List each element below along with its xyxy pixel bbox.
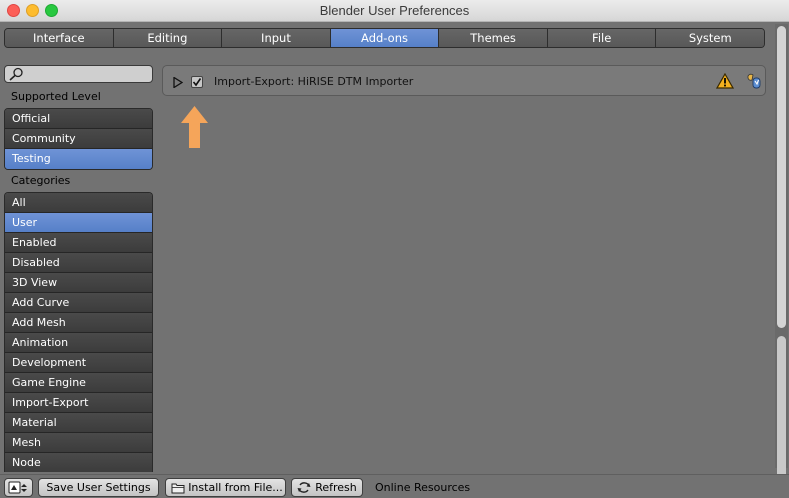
category-material[interactable]: Material <box>5 413 152 433</box>
tab-file[interactable]: File <box>547 29 657 47</box>
addon-name: Import-Export: HiRISE DTM Importer <box>214 75 414 88</box>
folder-icon <box>171 483 185 494</box>
category-import-export[interactable]: Import-Export <box>5 393 152 413</box>
window-title-bar: Blender User Preferences <box>0 0 789 22</box>
scrollbar-thumb[interactable] <box>777 26 786 328</box>
category-enabled[interactable]: Enabled <box>5 233 152 253</box>
refresh-icon <box>297 482 311 493</box>
editor-type-selector[interactable] <box>4 478 33 497</box>
category-user[interactable]: User <box>5 213 152 233</box>
install-from-file-button[interactable]: Install from File... <box>165 478 286 497</box>
category-all[interactable]: All <box>5 193 152 213</box>
preferences-editor-icon <box>8 481 27 494</box>
support-level-community[interactable]: Community <box>5 129 152 149</box>
addon-row: Import-Export: HiRISE DTM Importer <box>162 65 766 96</box>
preferences-tabs: Interface Editing Input Add-ons Themes F… <box>4 28 765 48</box>
category-add-mesh[interactable]: Add Mesh <box>5 313 152 333</box>
tab-input[interactable]: Input <box>222 29 331 47</box>
install-from-file-label: Install from File... <box>188 481 283 494</box>
refresh-button[interactable]: Refresh <box>291 478 363 497</box>
supported-level-label: Supported Level <box>11 90 101 103</box>
up-arrow-annotation-icon <box>181 106 208 148</box>
category-node[interactable]: Node <box>5 453 152 472</box>
magnifier-icon <box>9 67 23 81</box>
tab-themes[interactable]: Themes <box>439 29 548 47</box>
support-level-official[interactable]: Official <box>5 109 152 129</box>
vertical-scrollbar[interactable] <box>775 24 788 486</box>
category-disabled[interactable]: Disabled <box>5 253 152 273</box>
tab-editing[interactable]: Editing <box>113 29 223 47</box>
addon-enable-checkbox[interactable] <box>191 76 203 88</box>
user-addon-icon <box>747 73 761 89</box>
support-level-list: Official Community Testing <box>4 108 153 170</box>
bottom-toolbar: Save User Settings Install from File... … <box>0 474 789 498</box>
checkmark-icon <box>192 78 202 87</box>
refresh-label: Refresh <box>315 481 357 494</box>
tab-add-ons[interactable]: Add-ons <box>330 29 440 47</box>
tab-interface[interactable]: Interface <box>5 29 114 47</box>
scrollbar-track-lower[interactable] <box>777 336 786 486</box>
addon-search-input[interactable] <box>4 65 153 83</box>
categories-label: Categories <box>11 174 71 187</box>
category-list: All User Enabled Disabled 3D View Add Cu… <box>4 192 153 472</box>
save-user-settings-button[interactable]: Save User Settings <box>38 478 159 497</box>
online-resources-label[interactable]: Online Resources <box>375 481 470 494</box>
category-animation[interactable]: Animation <box>5 333 152 353</box>
category-3d-view[interactable]: 3D View <box>5 273 152 293</box>
expand-triangle-icon[interactable] <box>173 77 183 88</box>
category-add-curve[interactable]: Add Curve <box>5 293 152 313</box>
support-level-testing[interactable]: Testing <box>5 149 152 169</box>
category-mesh[interactable]: Mesh <box>5 433 152 453</box>
category-development[interactable]: Development <box>5 353 152 373</box>
warning-icon <box>716 73 734 89</box>
window-title: Blender User Preferences <box>319 3 470 18</box>
tab-system[interactable]: System <box>656 29 764 47</box>
category-game-engine[interactable]: Game Engine <box>5 373 152 393</box>
